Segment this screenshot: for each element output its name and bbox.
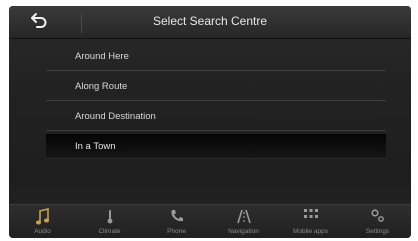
nav-navigation[interactable]: Navigation <box>210 205 277 238</box>
apps-grid-icon <box>303 209 318 218</box>
option-label: Around Here <box>75 51 129 62</box>
nav-label: Settings <box>365 228 390 235</box>
music-note-icon <box>35 208 49 225</box>
title-bar: Select Search Centre <box>9 6 411 39</box>
bottom-nav-bar: Audio Climate Phone Navigation Mobile ap… <box>9 204 411 238</box>
nav-phone[interactable]: Phone <box>143 205 210 238</box>
nav-label: Audio <box>34 228 51 235</box>
infotainment-screen: Select Search Centre Around Here Along R… <box>9 6 411 238</box>
option-label: Along Route <box>75 81 128 92</box>
option-in-a-town[interactable]: In a Town <box>46 134 386 159</box>
search-centre-list: Around Here Along Route Around Destinati… <box>46 42 386 160</box>
nav-label: Climate <box>98 228 121 235</box>
option-label: Around Destination <box>75 111 156 122</box>
nav-climate[interactable]: Climate <box>76 205 143 238</box>
option-label: In a Town <box>75 141 116 152</box>
phone-icon <box>170 210 183 222</box>
nav-settings[interactable]: Settings <box>344 205 411 238</box>
nav-audio[interactable]: Audio <box>9 205 76 238</box>
nav-mobile-apps[interactable]: Mobile apps <box>277 205 344 238</box>
option-along-route[interactable]: Along Route <box>46 72 386 101</box>
navigation-road-icon <box>236 209 251 224</box>
nav-label: Phone <box>167 228 186 235</box>
option-around-destination[interactable]: Around Destination <box>46 102 386 131</box>
page-title: Select Search Centre <box>152 14 268 28</box>
nav-label: Navigation <box>228 228 259 235</box>
gears-icon <box>370 209 384 222</box>
thermometer-icon <box>107 210 112 224</box>
option-around-here[interactable]: Around Here <box>46 42 386 71</box>
nav-label: Mobile apps <box>292 228 329 235</box>
